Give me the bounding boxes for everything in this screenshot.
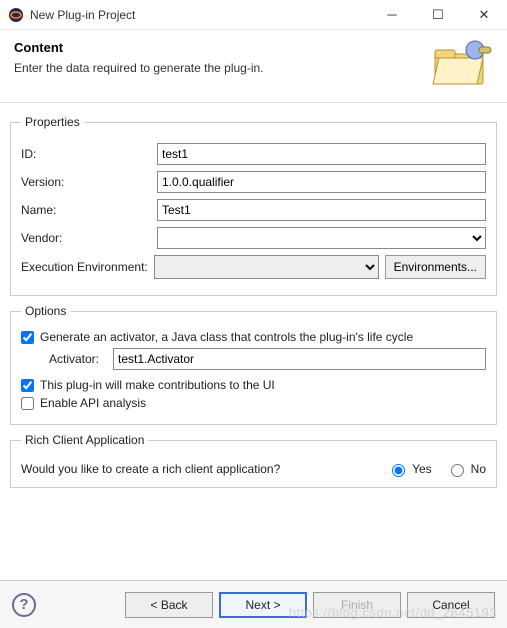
rich-client-group: Rich Client Application Would you like t… <box>10 433 497 488</box>
page-description: Enter the data required to generate the … <box>14 61 429 75</box>
wizard-banner: Content Enter the data required to gener… <box>0 30 507 103</box>
rich-client-legend: Rich Client Application <box>21 433 148 447</box>
window-title: New Plug-in Project <box>30 8 369 22</box>
generate-activator-checkbox[interactable] <box>21 331 34 344</box>
activator-label: Activator: <box>49 352 113 366</box>
maximize-button[interactable]: ☐ <box>415 0 461 30</box>
wizard-footer: ? < Back Next > Finish Cancel <box>0 580 507 628</box>
version-label: Version: <box>21 175 157 189</box>
properties-group: Properties ID: Version: Name: Vendor: Ex… <box>10 115 497 296</box>
rich-yes-radio[interactable]: Yes <box>387 461 432 477</box>
id-label: ID: <box>21 147 157 161</box>
help-icon[interactable]: ? <box>12 593 36 617</box>
options-group: Options Generate an activator, a Java cl… <box>10 304 497 425</box>
options-legend: Options <box>21 304 70 318</box>
close-button[interactable]: ✕ <box>461 0 507 30</box>
env-select[interactable] <box>154 255 379 279</box>
generate-activator-label: Generate an activator, a Java class that… <box>40 330 413 344</box>
rich-no-radio[interactable]: No <box>446 461 486 477</box>
eclipse-icon <box>8 7 24 23</box>
vendor-select[interactable] <box>157 227 486 249</box>
ui-contrib-label: This plug-in will make contributions to … <box>40 378 275 392</box>
wizard-content: Properties ID: Version: Name: Vendor: Ex… <box>0 103 507 506</box>
name-label: Name: <box>21 203 157 217</box>
page-title: Content <box>14 40 429 55</box>
properties-legend: Properties <box>21 115 84 129</box>
ui-contrib-checkbox[interactable] <box>21 379 34 392</box>
version-input[interactable] <box>157 171 486 193</box>
next-button[interactable]: Next > <box>219 592 307 618</box>
plugin-folder-icon <box>429 40 493 88</box>
minimize-button[interactable]: ─ <box>369 0 415 30</box>
name-input[interactable] <box>157 199 486 221</box>
activator-input[interactable] <box>113 348 486 370</box>
environments-button[interactable]: Environments... <box>385 255 486 279</box>
rich-client-question: Would you like to create a rich client a… <box>21 462 387 476</box>
back-button[interactable]: < Back <box>125 592 213 618</box>
api-analysis-checkbox[interactable] <box>21 397 34 410</box>
titlebar: New Plug-in Project ─ ☐ ✕ <box>0 0 507 30</box>
id-input[interactable] <box>157 143 486 165</box>
vendor-label: Vendor: <box>21 231 157 245</box>
api-analysis-label: Enable API analysis <box>40 396 146 410</box>
cancel-button[interactable]: Cancel <box>407 592 495 618</box>
finish-button[interactable]: Finish <box>313 592 401 618</box>
env-label: Execution Environment: <box>21 260 148 274</box>
